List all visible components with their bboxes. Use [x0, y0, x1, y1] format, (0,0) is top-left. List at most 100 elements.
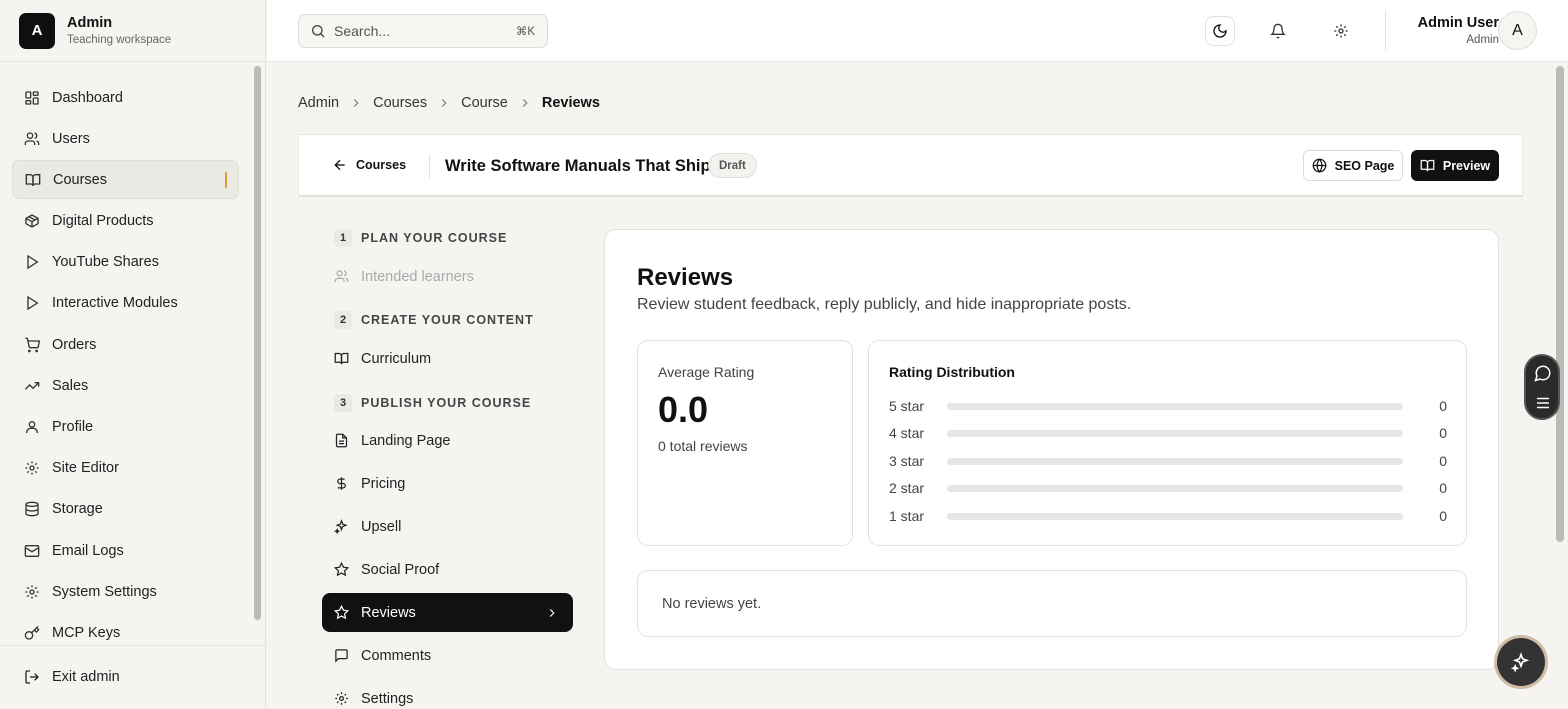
- sidebar-item-label: Dashboard: [52, 89, 123, 106]
- star-icon: [334, 562, 349, 577]
- search-shortcut: ⌘K: [515, 26, 535, 38]
- breadcrumb-course[interactable]: Course: [461, 95, 508, 111]
- sidebar-item-label: Digital Products: [52, 213, 154, 230]
- step-item-upsell[interactable]: Upsell: [322, 507, 573, 546]
- play-icon: [27, 296, 39, 311]
- sidebar-item-label: Email Logs: [52, 542, 124, 559]
- sidebar-item-youtube-shares[interactable]: YouTube Shares: [12, 243, 239, 282]
- package-icon: [25, 214, 39, 228]
- step-item-comments[interactable]: Comments: [322, 636, 573, 675]
- step-item-pricing[interactable]: Pricing: [322, 464, 573, 503]
- sidebar-item-dashboard[interactable]: Dashboard: [12, 78, 239, 117]
- topbar-divider: [1385, 10, 1386, 50]
- theme-toggle-button[interactable]: [1205, 16, 1235, 46]
- sidebar-footer: Exit admin: [0, 645, 265, 685]
- course-title: Write Software Manuals That Ship: [445, 157, 711, 175]
- trending-up-icon: [24, 381, 40, 390]
- step-item-curriculum[interactable]: Curriculum: [322, 339, 573, 378]
- book-open-icon: [1420, 159, 1435, 172]
- chevron-right-icon: [353, 99, 359, 107]
- sidebar-item-site-editor[interactable]: Site Editor: [12, 449, 239, 488]
- sidebar-item-system-settings[interactable]: System Settings: [12, 572, 239, 611]
- user-icon: [26, 421, 38, 433]
- key-icon: [24, 625, 40, 640]
- sidebar: A Admin Teaching workspace Dashboard Use…: [0, 0, 266, 709]
- sidebar-item-mcp-keys[interactable]: MCP Keys: [12, 613, 239, 652]
- brand-title: Admin: [67, 15, 113, 31]
- user-menu[interactable]: Admin User Admin: [1418, 15, 1499, 46]
- step-item-label: Landing Page: [361, 432, 451, 449]
- step-item-settings[interactable]: Settings: [322, 679, 573, 709]
- step-item-label: Comments: [361, 647, 432, 664]
- exit-admin-label: Exit admin: [52, 668, 120, 685]
- log-out-icon: [25, 669, 39, 684]
- step-item-landing-page[interactable]: Landing Page: [322, 421, 573, 460]
- step-item-social-proof[interactable]: Social Proof: [322, 550, 573, 589]
- sidebar-scrollbar[interactable]: [254, 66, 261, 620]
- users-icon: [334, 270, 349, 283]
- step-item-label: Upsell: [361, 518, 402, 535]
- sidebar-item-sales[interactable]: Sales: [12, 366, 239, 405]
- rating-row-count: 0: [1439, 508, 1447, 524]
- book-open-icon: [334, 352, 349, 365]
- sidebar-item-digital-products[interactable]: Digital Products: [12, 202, 239, 241]
- menu-icon[interactable]: [1534, 394, 1552, 412]
- step-title: PUBLISH YOUR COURSE: [361, 396, 532, 410]
- shopping-cart-icon: [25, 337, 40, 352]
- notifications-button[interactable]: [1263, 16, 1293, 46]
- step-header-create: 2 CREATE YOUR CONTENT: [322, 309, 573, 331]
- sidebar-item-email-logs[interactable]: Email Logs: [12, 531, 239, 570]
- sidebar-item-storage[interactable]: Storage: [12, 490, 239, 529]
- step-item-label: Pricing: [361, 475, 406, 492]
- layout-dashboard-icon: [25, 90, 39, 105]
- user-role: Admin: [1466, 34, 1499, 46]
- back-label: Courses: [356, 158, 407, 172]
- star-icon: [334, 605, 349, 620]
- course-steps-nav: 1 PLAN YOUR COURSE Intended learners 2 C…: [322, 227, 573, 709]
- ai-assistant-button[interactable]: [1497, 638, 1545, 686]
- sidebar-item-label: Orders: [52, 336, 97, 353]
- reviews-title: Reviews: [637, 264, 734, 291]
- rating-row: 5 star 0: [889, 397, 1447, 415]
- step-item-intended-learners[interactable]: Intended learners: [322, 257, 573, 296]
- sidebar-item-courses[interactable]: Courses: [12, 160, 239, 200]
- exit-admin-button[interactable]: Exit admin: [12, 657, 120, 696]
- rating-row: 2 star 0: [889, 479, 1447, 497]
- rating-row-label: 4 star: [889, 425, 925, 441]
- chevron-right-icon: [522, 99, 528, 107]
- back-to-courses-button[interactable]: Courses: [332, 157, 406, 173]
- breadcrumb-courses[interactable]: Courses: [373, 95, 427, 111]
- settings-button[interactable]: [1326, 16, 1356, 46]
- gear-icon: [1334, 24, 1348, 38]
- database-icon: [25, 502, 39, 517]
- avatar[interactable]: A: [1498, 11, 1537, 50]
- sidebar-item-label: YouTube Shares: [52, 254, 159, 271]
- step-item-label: Social Proof: [361, 561, 440, 578]
- breadcrumb-admin[interactable]: Admin: [298, 95, 339, 111]
- sidebar-item-profile[interactable]: Profile: [12, 408, 239, 447]
- seo-page-button[interactable]: SEO Page: [1303, 150, 1403, 181]
- sidebar-item-label: System Settings: [52, 583, 157, 600]
- step-title: CREATE YOUR CONTENT: [361, 313, 534, 327]
- step-header-plan: 1 PLAN YOUR COURSE: [322, 227, 573, 249]
- reviews-subtitle: Review student feedback, reply publicly,…: [637, 296, 1132, 313]
- users-icon: [24, 132, 40, 145]
- rating-row-count: 0: [1439, 398, 1447, 414]
- main-scrollbar[interactable]: [1556, 66, 1564, 542]
- floating-tool-pill: [1524, 354, 1560, 420]
- search-input[interactable]: [334, 23, 494, 39]
- sidebar-item-orders[interactable]: Orders: [12, 325, 239, 364]
- rating-row-label: 1 star: [889, 508, 925, 524]
- brand-header[interactable]: A Admin Teaching workspace: [0, 0, 265, 62]
- rating-bar-track: [947, 457, 1403, 465]
- topbar: ⌘K Admin User Admin A: [267, 0, 1568, 62]
- preview-button[interactable]: Preview: [1411, 150, 1499, 181]
- step-title: PLAN YOUR COURSE: [361, 231, 508, 245]
- step-item-reviews[interactable]: Reviews: [322, 593, 573, 632]
- course-header: Courses Write Software Manuals That Ship…: [298, 134, 1523, 197]
- sidebar-item-interactive-modules[interactable]: Interactive Modules: [12, 284, 239, 323]
- message-circle-icon[interactable]: [1534, 364, 1552, 382]
- sidebar-item-users[interactable]: Users: [12, 119, 239, 158]
- search-box[interactable]: ⌘K: [298, 14, 548, 48]
- rating-bar-track: [947, 484, 1403, 492]
